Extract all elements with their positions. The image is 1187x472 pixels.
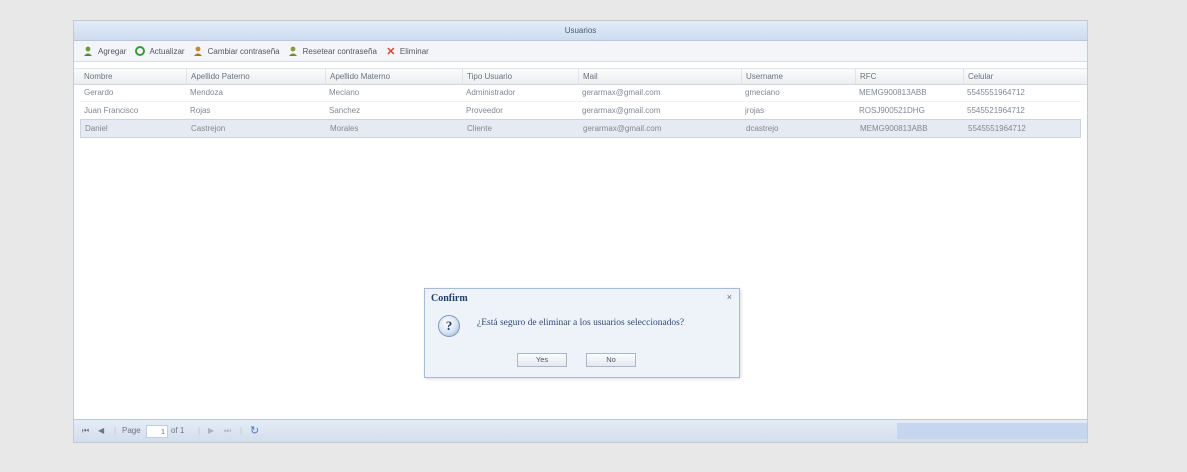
close-icon[interactable]: × [727,292,732,302]
table-row[interactable]: Gerardo Mendoza Meciano Administrador ge… [80,84,1081,102]
cell-tipo-usuario: Cliente [467,124,492,133]
next-page-icon[interactable]: ▶ [208,420,214,442]
cell-nombre: Daniel [85,124,108,133]
question-icon: ? [438,315,460,337]
cell-nombre: Juan Francisco [84,106,139,115]
cell-mail: gerarmax@gmail.com [583,124,662,133]
cell-rfc: MEMG900813ABB [860,124,928,133]
add-user-label: Agregar [98,46,127,56]
user-add-icon [83,45,95,57]
cell-username: dcastrejo [746,124,779,133]
dialog-title: Confirm [431,293,468,304]
delete-x-icon: ✕ [386,45,396,58]
column-header-celular[interactable]: Celular [963,69,1081,84]
refresh-label: Actualizar [149,46,185,56]
column-header-apellido-materno[interactable]: Apellido Materno [325,69,462,84]
column-header-nombre[interactable]: Nombre [80,69,186,84]
column-header-rfc[interactable]: RFC [855,69,963,84]
toolbar: Agregar Actualizar Cambiar contraseña Re… [74,41,1087,62]
page-count-label: of 1 [171,426,185,435]
dialog-message: ¿Está seguro de eliminar a los usuarios … [477,318,685,328]
cell-mail: gerarmax@gmail.com [582,88,661,97]
cell-apellido-materno: Meciano [329,88,360,97]
grid-header: Nombre Apellido Paterno Apellido Materno… [74,68,1087,85]
cell-apellido-paterno: Rojas [190,106,211,115]
cell-tipo-usuario: Administrador [466,88,516,97]
add-user-button[interactable]: Agregar [80,45,129,57]
cell-rfc: ROSJ900521DHG [859,106,925,115]
user-reset-icon [288,45,300,57]
page-number-input[interactable]: 1 [146,425,168,438]
prev-page-icon[interactable]: ◀ [98,420,104,442]
column-header-apellido-paterno[interactable]: Apellido Paterno [186,69,325,84]
user-key-icon [193,45,205,57]
reset-password-label: Resetear contraseña [302,46,377,56]
cell-apellido-materno: Morales [330,124,359,133]
paging-toolbar: ⏮ ◀ | Page 1 of 1 | ▶ ⏭ | ↻ [74,419,1087,442]
refresh-icon[interactable]: ↻ [250,420,259,442]
page-label: Page [122,426,141,435]
delete-label: Eliminar [399,46,429,56]
cell-celular: 5545521964712 [967,106,1025,115]
cell-tipo-usuario: Proveedor [466,106,503,115]
column-header-username[interactable]: Username [741,69,855,84]
cell-celular: 5545551964712 [968,124,1026,133]
column-header-tipo-usuario[interactable]: Tipo Usuario [462,69,578,84]
no-button[interactable]: No [586,353,636,367]
cell-username: jrojas [745,106,765,115]
column-header-mail[interactable]: Mail [578,69,741,84]
yes-button[interactable]: Yes [517,353,567,367]
confirm-dialog: Confirm × ? ¿Está seguro de eliminar a l… [424,288,740,378]
users-window: Usuarios Agregar Actualizar Cambiar cont… [73,20,1088,443]
first-page-icon[interactable]: ⏮ [82,420,89,442]
cell-nombre: Gerardo [84,88,114,97]
cell-celular: 5545551964712 [967,88,1025,97]
reset-password-button[interactable]: Resetear contraseña [285,45,380,57]
window-title: Usuarios [564,26,597,35]
refresh-button[interactable]: Actualizar [131,45,187,57]
cell-apellido-materno: Sanchez [329,106,361,115]
last-page-icon[interactable]: ⏭ [224,420,231,442]
paging-status [897,423,1087,439]
cell-apellido-paterno: Castrejon [191,124,226,133]
page-number-value: 1 [160,427,165,436]
refresh-icon [134,45,146,57]
table-row[interactable]: Juan Francisco Rojas Sanchez Proveedor g… [80,102,1081,120]
table-row-selected[interactable]: Daniel Castrejon Morales Cliente gerarma… [80,119,1081,138]
cell-rfc: MEMG900813ABB [859,88,927,97]
cell-username: gmeciano [745,88,780,97]
cell-apellido-paterno: Mendoza [190,88,223,97]
change-password-label: Cambiar contraseña [207,46,280,56]
cell-mail: gerarmax@gmail.com [582,106,661,115]
delete-button[interactable]: ✕ Eliminar [382,45,432,58]
window-titlebar: Usuarios [74,21,1087,41]
change-password-button[interactable]: Cambiar contraseña [190,45,283,57]
